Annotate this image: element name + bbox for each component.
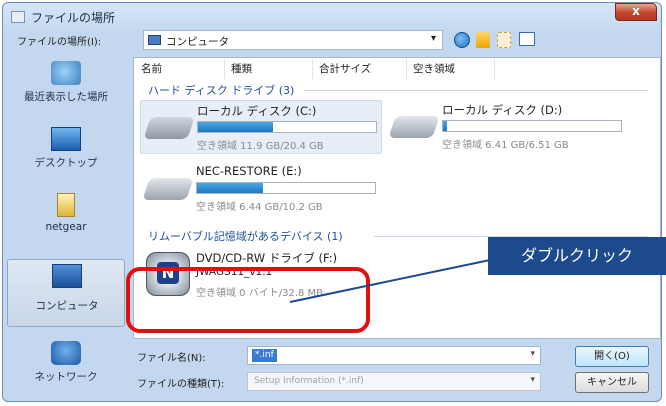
pointer-line [289, 259, 491, 303]
callout-pointer [289, 259, 491, 303]
callout-label: ダブルクリック [488, 237, 666, 275]
